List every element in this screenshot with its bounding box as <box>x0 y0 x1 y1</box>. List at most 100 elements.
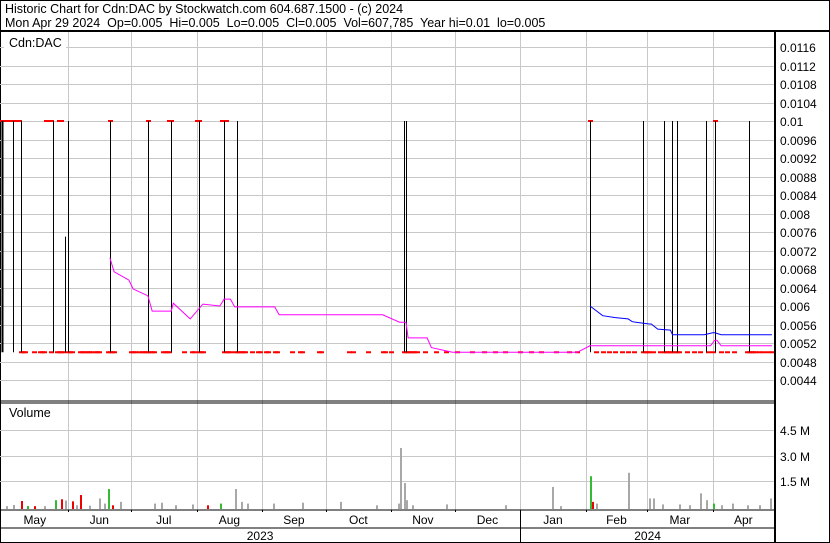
volume-tick-label: 3.0 M <box>780 450 810 464</box>
volume-bar <box>412 505 414 509</box>
close-tick <box>415 351 420 354</box>
volume-bar <box>247 503 249 509</box>
volume-tick-label: 4.5 M <box>780 424 810 438</box>
volume-bar <box>112 505 114 509</box>
close-tick <box>275 351 280 354</box>
volume-bar <box>65 500 67 509</box>
volume-bar <box>192 504 194 509</box>
month-label: May <box>23 513 46 527</box>
volume-bar <box>44 506 46 509</box>
close-tick <box>651 351 656 354</box>
volume-bar <box>89 505 91 509</box>
volume-bar <box>6 506 8 509</box>
close-tick <box>152 351 157 354</box>
volume-bar <box>80 495 82 509</box>
volume-bar <box>220 503 222 509</box>
volume-bar <box>747 505 749 509</box>
volume-bar <box>99 498 101 509</box>
close-tick <box>389 351 394 354</box>
volume-bar <box>596 503 598 509</box>
volume-bar <box>759 505 761 509</box>
volume-bar <box>235 489 237 509</box>
month-label: Jan <box>543 513 562 527</box>
volume-bar <box>120 501 122 509</box>
volume-bar <box>154 503 156 509</box>
price-tick-label: 0.0108 <box>780 78 817 92</box>
volume-bar <box>721 505 723 509</box>
price-tick-label: 0.0048 <box>780 356 817 370</box>
month-label: Aug <box>219 513 240 527</box>
price-tick-label: 0.0096 <box>780 134 817 148</box>
volume-bar <box>72 501 74 509</box>
close-tick <box>761 351 766 354</box>
close-tick <box>42 351 47 354</box>
volume-bar <box>713 503 715 509</box>
price-tick-label: 0.01 <box>780 115 804 129</box>
volume-bar <box>649 498 651 509</box>
close-tick <box>182 351 187 354</box>
close-tick <box>423 351 428 354</box>
close-tick <box>319 351 324 354</box>
close-tick <box>290 351 295 354</box>
volume-bar <box>662 504 664 509</box>
close-tick <box>23 351 28 354</box>
close-tick <box>366 351 371 354</box>
close-tick <box>601 351 606 354</box>
volume-bar <box>679 504 681 509</box>
volume-bar <box>175 505 177 509</box>
quote-line: Mon Apr 29 2024 Op=0.005 Hi=0.005 Lo=0.0… <box>5 16 545 30</box>
month-label: Feb <box>606 513 627 527</box>
volume-bar <box>404 483 406 509</box>
volume-bar <box>505 505 507 509</box>
close-tick <box>594 351 599 354</box>
price-tick-label: 0.0088 <box>780 171 817 185</box>
volume-bar <box>21 501 23 509</box>
price-tick-label: 0.0052 <box>780 337 817 351</box>
month-label: Apr <box>734 513 753 527</box>
close-tick <box>243 351 248 354</box>
volume-bar <box>27 505 29 509</box>
close-tick <box>725 351 730 354</box>
close-tick <box>258 351 263 354</box>
volume-bar <box>406 500 408 509</box>
volume-bar <box>241 501 243 509</box>
year-label: 2023 <box>247 529 274 543</box>
price-tick-label: 0.0092 <box>780 152 817 166</box>
close-tick <box>613 351 618 354</box>
volume-bar <box>552 486 554 509</box>
price-tick-label: 0.0116 <box>780 41 816 55</box>
volume-bar <box>770 498 772 509</box>
volume-bar <box>700 493 702 509</box>
month-label: Nov <box>412 513 433 527</box>
close-tick <box>732 351 737 354</box>
month-label: Oct <box>349 513 368 527</box>
volume-bar <box>689 505 691 509</box>
volume-bar <box>273 503 275 509</box>
price-tick-label: 0.0056 <box>780 319 817 333</box>
volume-label: Volume <box>9 406 51 420</box>
close-tick <box>192 351 197 354</box>
close-tick <box>266 351 271 354</box>
close-tick <box>698 351 703 354</box>
month-label: Dec <box>477 513 498 527</box>
close-tick <box>685 351 690 354</box>
volume-bar <box>55 500 57 509</box>
stock-chart: Historic Chart for Cdn:DAC by Stockwatch… <box>0 0 830 543</box>
close-tick <box>620 351 625 354</box>
volume-bar <box>376 505 378 509</box>
price-tick-label: 0.0068 <box>780 263 817 277</box>
close-tick <box>32 351 37 354</box>
close-tick <box>632 351 637 354</box>
volume-bar <box>76 505 78 509</box>
volume-bar <box>400 448 402 509</box>
close-tick <box>201 351 206 354</box>
close-tick <box>112 351 117 354</box>
volume-bar <box>592 501 594 509</box>
price-tick-label: 0.0104 <box>780 97 817 111</box>
price-tick-label: 0.008 <box>780 208 810 222</box>
close-tick <box>692 351 697 354</box>
price-tick-label: 0.006 <box>780 300 810 314</box>
volume-bar <box>61 499 63 509</box>
volume-bar <box>207 505 209 509</box>
volume-bar <box>108 489 110 509</box>
